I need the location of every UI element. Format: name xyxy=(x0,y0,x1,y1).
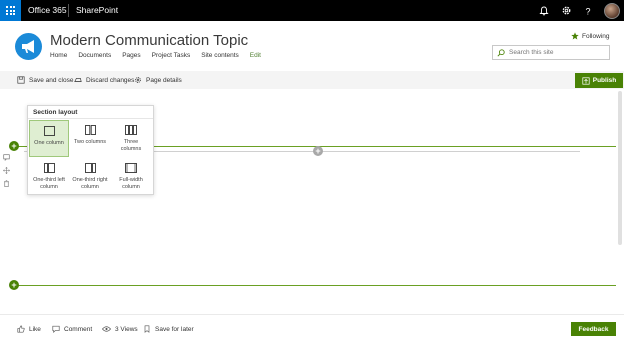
section-layout-title: Section layout xyxy=(33,109,78,116)
suite-icons: ? xyxy=(538,0,620,21)
add-section-button[interactable]: + xyxy=(9,280,19,290)
megaphone-icon xyxy=(22,40,34,53)
option-label: Three columns xyxy=(120,139,142,152)
discard-changes-button[interactable]: Discard changes xyxy=(74,76,134,84)
save-and-close-label: Save and close xyxy=(29,76,74,84)
feedback-button[interactable]: Feedback xyxy=(571,322,616,336)
views-label: 3 Views xyxy=(115,325,138,333)
gear-icon xyxy=(135,77,141,83)
site-title[interactable]: Modern Communication Topic xyxy=(50,32,248,49)
section-toolbar xyxy=(3,154,10,187)
suite-divider xyxy=(68,4,69,17)
views-count: 3 Views xyxy=(102,325,138,333)
publish-button[interactable]: Publish xyxy=(575,73,623,88)
bookmark-icon xyxy=(144,325,150,333)
one-third-right-icon xyxy=(84,163,96,173)
nav-edit-link[interactable]: Edit xyxy=(250,52,261,59)
like-label: Like xyxy=(29,325,41,333)
following-toggle[interactable]: Following xyxy=(571,32,609,40)
site-search-box[interactable] xyxy=(492,45,610,60)
vertical-scrollbar[interactable] xyxy=(618,91,622,245)
page-details-label: Page details xyxy=(146,76,182,84)
svg-text:?: ? xyxy=(585,6,590,16)
section-insert-line xyxy=(18,285,616,286)
waffle-icon xyxy=(6,6,15,15)
move-section-icon[interactable] xyxy=(3,167,10,174)
edit-section-icon[interactable] xyxy=(3,154,10,161)
three-columns-icon xyxy=(125,125,137,135)
bell-icon[interactable] xyxy=(538,5,550,17)
publish-icon xyxy=(582,76,590,85)
site-navigation: Home Documents Pages Project Tasks Site … xyxy=(50,52,261,59)
suite-bar: Office 365 SharePoint ? xyxy=(0,0,624,21)
user-avatar[interactable] xyxy=(604,2,620,19)
comment-label: Comment xyxy=(64,325,93,333)
like-button[interactable]: Like xyxy=(17,325,41,333)
layout-option-one-third-right[interactable]: One-third right column xyxy=(70,158,110,195)
sharepoint-app-link[interactable]: SharePoint xyxy=(76,5,118,15)
layout-option-one-column[interactable]: One column xyxy=(29,120,69,157)
office-365-brand-link[interactable]: Office 365 xyxy=(28,5,67,15)
discard-changes-label: Discard changes xyxy=(86,76,135,84)
one-column-icon xyxy=(43,126,55,136)
one-third-left-icon xyxy=(43,163,55,173)
discard-icon xyxy=(74,78,82,82)
footer-divider xyxy=(0,314,624,315)
save-icon xyxy=(17,76,25,84)
popup-divider xyxy=(28,118,153,119)
layout-option-one-third-left[interactable]: One-third left column xyxy=(29,158,69,195)
delete-section-icon[interactable] xyxy=(3,180,10,187)
layout-option-two-columns[interactable]: Two columns xyxy=(70,120,110,157)
help-icon[interactable]: ? xyxy=(582,5,594,17)
app-launcher-button[interactable] xyxy=(0,0,21,21)
publish-label: Publish xyxy=(592,77,617,84)
thumbs-up-icon xyxy=(17,325,25,333)
layout-option-full-width[interactable]: Full-width column xyxy=(111,158,151,195)
eye-icon xyxy=(102,326,111,332)
search-icon xyxy=(497,48,505,57)
save-and-close-button[interactable]: Save and close xyxy=(17,76,73,84)
add-web-part-button[interactable]: + xyxy=(313,146,323,156)
nav-home[interactable]: Home xyxy=(50,52,67,59)
option-label: Full-width column xyxy=(119,177,143,190)
page-details-button[interactable]: Page details xyxy=(134,76,182,84)
add-section-button[interactable]: + xyxy=(9,141,19,151)
comment-button[interactable]: Comment xyxy=(52,325,92,333)
save-for-later-label: Save for later xyxy=(155,325,194,333)
nav-project-tasks[interactable]: Project Tasks xyxy=(152,52,191,59)
two-columns-icon xyxy=(84,125,96,135)
comment-icon xyxy=(52,325,60,333)
section-layout-panel: Section layout One column Two columns Th… xyxy=(27,105,154,195)
nav-pages[interactable]: Pages xyxy=(122,52,140,59)
full-width-column-icon xyxy=(125,163,137,173)
site-logo[interactable] xyxy=(15,33,42,60)
nav-site-contents[interactable]: Site contents xyxy=(201,52,239,59)
option-label: One column xyxy=(34,140,64,146)
nav-documents[interactable]: Documents xyxy=(78,52,111,59)
save-for-later-button[interactable]: Save for later xyxy=(143,325,194,333)
option-label: Two columns xyxy=(73,139,107,145)
gear-icon[interactable] xyxy=(560,5,572,17)
option-label: One-third right column xyxy=(72,177,108,190)
star-icon xyxy=(571,32,579,40)
option-label: One-third left column xyxy=(33,177,65,190)
following-label: Following xyxy=(582,32,610,40)
layout-option-three-columns[interactable]: Three columns xyxy=(111,120,151,157)
search-input[interactable] xyxy=(509,49,599,56)
